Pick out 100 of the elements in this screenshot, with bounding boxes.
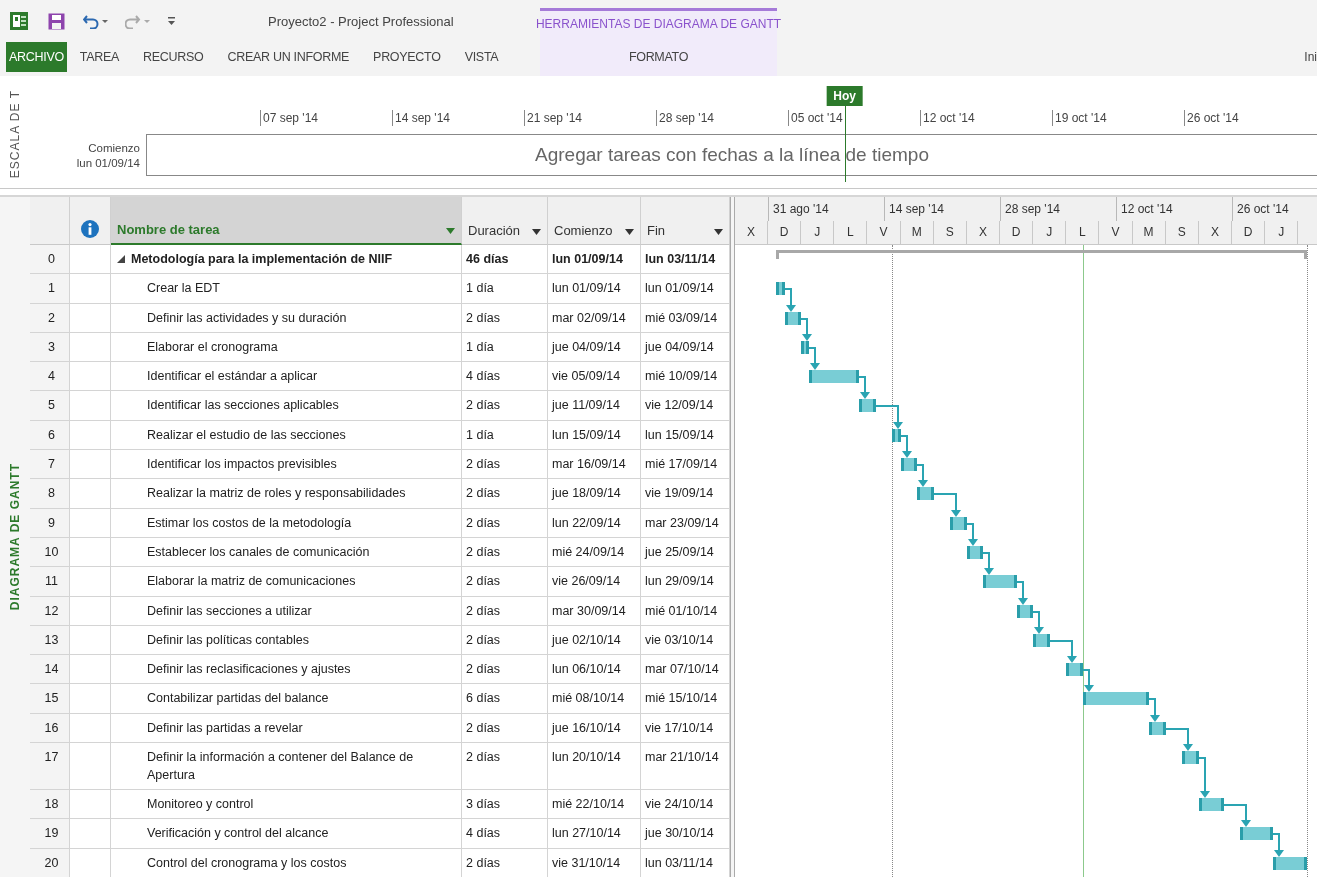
row-number: 11 bbox=[30, 567, 70, 597]
ribbon-tab[interactable]: PROYECTO bbox=[362, 42, 452, 72]
finish-cell: lun 29/09/14 bbox=[641, 567, 730, 597]
start-cell: mar 30/09/14 bbox=[548, 596, 641, 626]
row-number: 8 bbox=[30, 479, 70, 509]
start-cell: mar 02/09/14 bbox=[548, 303, 641, 333]
finish-cell: mié 10/09/14 bbox=[641, 362, 730, 392]
duration-cell: 2 días bbox=[462, 450, 548, 480]
start-cell: jue 16/10/14 bbox=[548, 713, 641, 744]
timescale-day: D bbox=[1231, 220, 1266, 244]
task-bar bbox=[1016, 604, 1034, 618]
timescale-label: 28 sep '14 bbox=[1000, 197, 1116, 221]
timeline-side-label: ESCALA DE T bbox=[8, 89, 22, 179]
task-bar bbox=[1182, 751, 1199, 765]
timescale-day: J bbox=[801, 220, 835, 244]
column-header[interactable]: Duración bbox=[462, 197, 548, 245]
row-number: 2 bbox=[30, 303, 70, 333]
column-header[interactable]: Comienzo bbox=[548, 197, 641, 245]
table-cell bbox=[70, 537, 111, 568]
task-bar bbox=[801, 340, 810, 354]
column-header[interactable]: Nombre de tarea bbox=[111, 197, 462, 245]
finish-cell: mié 01/10/14 bbox=[641, 596, 730, 626]
timescale-day: M bbox=[900, 220, 934, 244]
row-number: 4 bbox=[30, 362, 70, 392]
start-cell: lun 20/10/14 bbox=[548, 743, 641, 791]
row-number: 10 bbox=[30, 537, 70, 568]
finish-cell: jue 04/09/14 bbox=[641, 332, 730, 363]
account-link[interactable]: Ini bbox=[1304, 50, 1317, 64]
task-bar bbox=[1273, 856, 1307, 870]
duration-cell: 3 días bbox=[462, 790, 548, 820]
row-number: 5 bbox=[30, 391, 70, 421]
finish-cell: mié 03/09/14 bbox=[641, 303, 730, 333]
ribbon-tab[interactable]: TAREA bbox=[68, 42, 131, 72]
finish-cell: mié 15/10/14 bbox=[641, 684, 730, 714]
row-number: 12 bbox=[30, 596, 70, 626]
column-header[interactable] bbox=[70, 197, 111, 245]
timescale-day: V bbox=[867, 220, 901, 244]
duration-cell: 2 días bbox=[462, 743, 548, 791]
timeline-tick-label: 12 oct '14 bbox=[920, 110, 1052, 126]
ribbon-tab[interactable]: VISTA bbox=[453, 42, 510, 72]
duration-cell: 1 día bbox=[462, 274, 548, 304]
duration-cell: 4 días bbox=[462, 362, 548, 392]
customize-icon[interactable] bbox=[167, 16, 176, 26]
timescale-day: D bbox=[768, 220, 802, 244]
start-cell: lun 06/10/14 bbox=[548, 655, 641, 685]
start-cell: mar 16/09/14 bbox=[548, 450, 641, 480]
table-cell bbox=[70, 303, 111, 333]
row-number: 6 bbox=[30, 420, 70, 451]
start-cell: lun 01/09/14 bbox=[548, 274, 641, 304]
timeline-tick-label: 14 sep '14 bbox=[392, 110, 524, 126]
task-bar bbox=[966, 545, 984, 559]
timeline-bar[interactable]: Agregar tareas con fechas a la línea de tiempo bbox=[146, 134, 1317, 176]
save-icon[interactable] bbox=[48, 12, 65, 30]
timeline-tick-label: 19 oct '14 bbox=[1052, 110, 1184, 126]
ribbon-tab[interactable]: RECURSO bbox=[132, 42, 215, 72]
table-cell bbox=[70, 420, 111, 451]
dropdown-icon[interactable] bbox=[714, 229, 723, 235]
table-cell bbox=[70, 743, 111, 791]
table-cell bbox=[70, 274, 111, 304]
dropdown-icon[interactable] bbox=[532, 229, 541, 235]
row-number: 1 bbox=[30, 274, 70, 304]
ribbon-tab[interactable]: CREAR UN INFORME bbox=[216, 42, 361, 72]
task-bar bbox=[1066, 663, 1083, 677]
duration-cell: 1 día bbox=[462, 420, 548, 451]
undo-icon[interactable] bbox=[83, 13, 109, 29]
start-cell: mié 24/09/14 bbox=[548, 537, 641, 568]
app-logo-icon[interactable] bbox=[10, 12, 28, 30]
row-number: 14 bbox=[30, 655, 70, 685]
task-name: Elaborar el cronograma bbox=[111, 332, 462, 363]
task-name: Definir la información a contener del Balance de Apertura bbox=[111, 743, 462, 791]
timeline-tick-label: 21 sep '14 bbox=[524, 110, 656, 126]
finish-cell: mar 21/10/14 bbox=[641, 743, 730, 791]
start-cell: vie 26/09/14 bbox=[548, 567, 641, 597]
task-name: Definir las reclasificaciones y ajustes bbox=[111, 655, 462, 685]
task-name: Definir las partidas a revelar bbox=[111, 713, 462, 744]
row-number: 0 bbox=[30, 245, 70, 275]
task-name: Identificar el estándar a aplicar bbox=[111, 362, 462, 392]
timescale-day: J bbox=[1033, 220, 1067, 244]
task-name: Establecer los canales de comunicación bbox=[111, 537, 462, 568]
timescale-label: 31 ago '14 bbox=[768, 197, 884, 221]
row-number: 17 bbox=[30, 743, 70, 791]
task-name: Metodología para la implementación de NIIF bbox=[111, 245, 462, 275]
task-name: Realizar el estudio de las secciones bbox=[111, 420, 462, 451]
finish-cell: lun 15/09/14 bbox=[641, 420, 730, 451]
view-label[interactable]: DIAGRAMA DE GANTT bbox=[8, 463, 22, 611]
table-cell bbox=[70, 596, 111, 626]
start-cell: lun 01/09/14 bbox=[548, 245, 641, 275]
finish-cell: lun 01/09/14 bbox=[641, 274, 730, 304]
row-number: 18 bbox=[30, 790, 70, 820]
ribbon-tab[interactable]: FORMATO bbox=[616, 42, 701, 72]
duration-cell: 2 días bbox=[462, 391, 548, 421]
column-header[interactable]: Fin bbox=[641, 197, 730, 245]
row-number: 16 bbox=[30, 713, 70, 744]
collapse-icon[interactable] bbox=[117, 255, 125, 263]
dropdown-icon[interactable] bbox=[625, 229, 634, 235]
task-bar bbox=[900, 458, 918, 472]
timescale-day: D bbox=[1000, 220, 1034, 244]
row-number: 3 bbox=[30, 332, 70, 363]
task-name: Definir las políticas contables bbox=[111, 625, 462, 656]
task-name: Realizar la matriz de roles y responsabilidades bbox=[111, 479, 462, 509]
